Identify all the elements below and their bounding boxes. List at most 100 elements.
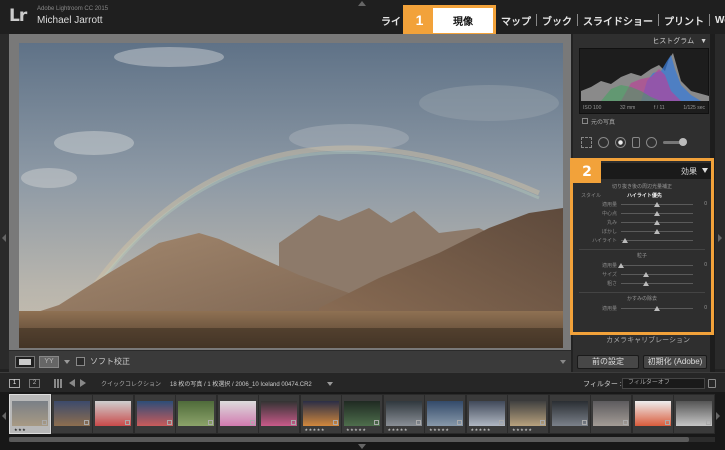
filter-select[interactable]: フィルターオフ: [622, 378, 705, 389]
slider-knob[interactable]: [643, 281, 650, 286]
soft-proof-checkbox[interactable]: [76, 357, 85, 366]
star-rating[interactable]: ★★★★★: [471, 427, 491, 432]
slider-track[interactable]: [621, 202, 693, 207]
toolbar-menu-icon[interactable]: [560, 360, 566, 364]
left-panel-toggle[interactable]: [0, 34, 9, 369]
style-value[interactable]: ハイライト優先: [617, 192, 662, 200]
slider-value[interactable]: 0: [697, 262, 707, 268]
slider-track[interactable]: [621, 229, 693, 234]
slider-track[interactable]: [621, 238, 693, 243]
module-print[interactable]: プリント: [659, 13, 709, 28]
slider-vignette-1[interactable]: 中心点: [577, 209, 707, 218]
slider-track[interactable]: [621, 306, 693, 311]
module-map[interactable]: マップ: [496, 13, 536, 28]
effects-header[interactable]: 効果: [601, 163, 711, 179]
slider-track[interactable]: [621, 211, 693, 216]
filmstrip-thumbnail[interactable]: [216, 394, 259, 434]
back-arrow-icon[interactable]: [69, 379, 75, 387]
reset-button[interactable]: 初期化 (Adobe): [643, 355, 707, 369]
red-eye-icon[interactable]: [615, 136, 626, 148]
slider-vignette-2[interactable]: 丸み: [577, 218, 707, 227]
filmstrip-thumbnail[interactable]: ★★★★★: [341, 394, 383, 434]
slider-knob[interactable]: [654, 220, 660, 225]
filmstrip-thumbnail[interactable]: [673, 394, 715, 434]
graduated-filter-icon[interactable]: [632, 136, 640, 148]
slider-knob[interactable]: [654, 306, 660, 311]
slider-value[interactable]: 0: [697, 305, 707, 311]
scroll-right-icon[interactable]: [716, 412, 720, 420]
chevron-down-icon[interactable]: [64, 360, 70, 364]
star-rating[interactable]: ★★★★★: [512, 427, 532, 432]
slider-vignette-3[interactable]: ぼかし: [577, 227, 707, 236]
module-develop[interactable]: 1 現像: [403, 4, 496, 36]
slider-knob[interactable]: [654, 229, 660, 234]
top-panel-toggle-icon[interactable]: [358, 1, 366, 6]
filmstrip-thumbnail[interactable]: [590, 394, 632, 434]
filmstrip-thumbnail[interactable]: [548, 394, 591, 434]
slider-track[interactable]: [621, 220, 693, 225]
loupe-view-button[interactable]: [15, 356, 35, 368]
histogram-header[interactable]: ヒストグラム ▼: [579, 36, 707, 46]
filmstrip-thumbnail[interactable]: ★★★: [9, 394, 51, 434]
slider-value[interactable]: 0: [697, 201, 707, 207]
slider-vignette-0[interactable]: 適用量 0: [577, 200, 707, 209]
filmstrip-thumbnail[interactable]: ★★★★★: [382, 394, 425, 434]
slider-vignette-4[interactable]: ハイライト: [577, 236, 707, 245]
quick-collection-label[interactable]: クイックコレクション: [101, 379, 161, 388]
filmstrip-thumbnail[interactable]: [175, 394, 217, 434]
camera-calibration-header[interactable]: カメラキャリブレーション: [573, 335, 710, 347]
adjustment-brush-icon[interactable]: [663, 137, 687, 146]
module-slideshow[interactable]: スライドショー: [578, 13, 658, 28]
slider-track[interactable]: [618, 263, 693, 268]
filmstrip-thumbnail[interactable]: [133, 394, 176, 434]
before-after-button[interactable]: YY: [39, 356, 59, 368]
filmstrip-thumbnail[interactable]: ★★★★★: [299, 394, 342, 434]
grid-view-icon[interactable]: [54, 379, 63, 388]
filmstrip-thumbnail[interactable]: ★★★★★: [424, 394, 466, 434]
right-panel-toggle[interactable]: [715, 34, 725, 369]
slider-knob[interactable]: [643, 272, 650, 277]
vignette-style-row[interactable]: スタイル ハイライト優先: [577, 192, 707, 200]
previous-button[interactable]: 前の設定: [577, 355, 639, 369]
forward-arrow-icon[interactable]: [80, 379, 86, 387]
slider-knob[interactable]: [654, 211, 660, 216]
original-photo-checkbox[interactable]: [582, 118, 588, 124]
scroll-left-icon[interactable]: [2, 412, 6, 420]
filmstrip-thumbnail[interactable]: ★★★★★: [507, 394, 549, 434]
filmstrip-scroll-thumb[interactable]: [9, 437, 689, 442]
star-rating[interactable]: ★★★★★: [346, 427, 366, 432]
star-rating[interactable]: ★★★★★: [429, 427, 449, 432]
filmstrip-scrollbar[interactable]: [9, 437, 715, 442]
slider-grain-1[interactable]: サイズ: [577, 270, 707, 279]
slider-track[interactable]: [621, 281, 693, 286]
spot-removal-icon[interactable]: [598, 136, 609, 148]
slider-grain-0[interactable]: 適用量 0: [577, 261, 707, 270]
lock-icon[interactable]: [708, 379, 716, 388]
window-1-button[interactable]: 1: [9, 379, 20, 388]
module-library[interactable]: ライ: [381, 13, 403, 28]
window-2-button[interactable]: 2: [29, 379, 40, 388]
slider-knob[interactable]: [618, 263, 624, 268]
histogram[interactable]: ISO 100 32 mm f / 11 1/125 sec: [579, 48, 709, 114]
crop-tool-icon[interactable]: [581, 136, 592, 148]
module-book[interactable]: ブック: [537, 13, 577, 28]
bottom-panel-toggle-icon[interactable]: [358, 444, 366, 449]
filmstrip-thumbnail[interactable]: [631, 394, 674, 434]
slider-knob[interactable]: [654, 202, 660, 207]
star-rating[interactable]: ★★★★★: [388, 427, 408, 432]
module-web[interactable]: Web: [710, 15, 725, 26]
slider-grain-2[interactable]: 粗さ: [577, 279, 707, 288]
photo-count-path[interactable]: 18 枚の写真 / 1 枚選択 / 2006_10 Iceland 00474.…: [170, 379, 312, 388]
radial-filter-icon[interactable]: [646, 136, 657, 148]
star-rating[interactable]: ★★★★★: [305, 427, 325, 432]
slider-knob[interactable]: [621, 238, 628, 243]
slider-dehaze-0[interactable]: 適用量 0: [577, 304, 707, 313]
photo-view[interactable]: [9, 34, 571, 350]
chevron-down-icon[interactable]: [327, 382, 333, 386]
filmstrip-thumbnail[interactable]: ★★★★★: [465, 394, 508, 434]
star-rating[interactable]: ★★★: [14, 427, 26, 432]
slider-track[interactable]: [621, 272, 693, 277]
filmstrip-thumbnail[interactable]: [50, 394, 93, 434]
filmstrip-thumbnail[interactable]: [92, 394, 134, 434]
filmstrip-thumbnail[interactable]: [258, 394, 300, 434]
